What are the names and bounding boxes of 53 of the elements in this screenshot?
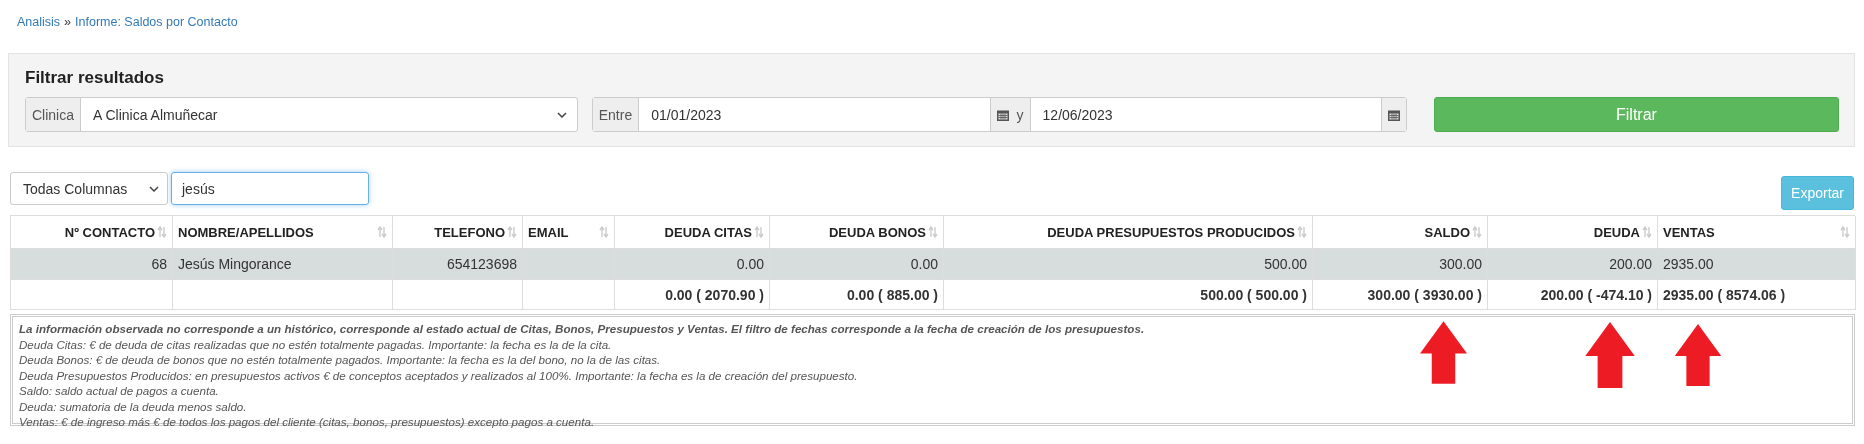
sort-icon[interactable]	[377, 226, 387, 238]
total-cell: 0.00 ( 885.00 )	[846, 286, 938, 303]
chevron-down-icon	[149, 185, 159, 192]
sort-icon[interactable]	[1472, 226, 1482, 238]
up-arrow-icon	[1674, 324, 1722, 386]
column-select[interactable]: Todas Columnas	[10, 172, 168, 205]
column-header[interactable]: DEUDA	[1593, 224, 1640, 240]
table-cell: 500.00	[1264, 256, 1307, 272]
note-line: Ventas: € de ingreso más € de todos los pagos del cliente (citas, bonos, presupuestos) excepto pagos a cuenta.	[19, 414, 596, 430]
column-header[interactable]: DEUDA CITAS	[664, 224, 752, 240]
total-cell: 0.00 ( 2070.90 )	[665, 286, 764, 303]
table-cell: Jesús Mingorance	[178, 256, 292, 272]
note-line: Deuda Bonos: € de deuda de bonos que no estén totalmente pagados. Importante: la fecha es la del bono, no la de las citas.	[19, 352, 662, 368]
column-header[interactable]: DEUDA PRESUPUESTOS PRODUCIDOS	[1047, 224, 1295, 240]
column-header[interactable]: NOMBRE/APELLIDOS	[178, 224, 314, 240]
sort-icon[interactable]	[1642, 226, 1652, 238]
notes-heading: La información observada no corresponde a un histórico, corresponde al estado actual de Citas, Bonos, Presupuestos y Ventas. El filtro de fechas corresponde a la fecha de creación de los presupuestos.	[19, 321, 1146, 337]
note-line: Deuda Presupuestos Producidos: en presupuestos activos € de conceptos aceptados y realizados al 100%. Importante: la fecha es la de creación del presupuesto.	[19, 367, 859, 383]
breadcrumb-link[interactable]: Informe: Saldos por Contacto	[75, 15, 238, 37]
table-cell: 2935.00	[1663, 256, 1714, 272]
note-line: Deuda: sumatoria de la deuda menos saldo.	[19, 398, 248, 414]
total-cell: 300.00 ( 3930.00 )	[1367, 286, 1482, 303]
note-line: Saldo: saldo actual de pagos a cuenta.	[19, 383, 220, 399]
total-cell: 500.00 ( 500.00 )	[1200, 286, 1307, 303]
column-header[interactable]: Nº CONTACTO	[64, 224, 155, 240]
note-line: Deuda Citas: € de deuda de citas realizadas que no estén totalmente pagadas. Importante: la fecha es la de la cita.	[19, 336, 613, 352]
sort-icon[interactable]	[507, 226, 517, 238]
breadcrumb-link[interactable]: Analisis	[17, 15, 61, 37]
table-cell: 200.00	[1609, 256, 1652, 272]
sort-icon[interactable]	[157, 226, 167, 238]
up-arrow-icon	[1420, 320, 1467, 385]
breadcrumb-separator: »	[64, 15, 72, 31]
total-cell: 200.00 ( -474.10 )	[1540, 286, 1652, 303]
panel-title: Filtrar resultados	[25, 68, 165, 88]
table-cell: 0.00	[736, 256, 764, 272]
sort-icon[interactable]	[1297, 226, 1307, 238]
sort-icon[interactable]	[599, 226, 609, 238]
sort-icon[interactable]	[1840, 226, 1850, 238]
table-cell: 68	[151, 256, 167, 272]
column-header[interactable]: EMAIL	[528, 224, 569, 240]
sort-icon[interactable]	[928, 226, 938, 238]
sort-icon[interactable]	[754, 226, 764, 238]
column-header[interactable]: DEUDA BONOS	[828, 224, 926, 240]
total-cell: 2935.00 ( 8574.06 )	[1663, 286, 1786, 303]
table-cell: 654123698	[446, 256, 517, 272]
up-arrow-icon	[1585, 322, 1635, 388]
table-cell: 300.00	[1439, 256, 1482, 272]
column-header[interactable]: VENTAS	[1663, 224, 1715, 240]
column-header[interactable]: TELEFONO	[434, 224, 505, 240]
table-cell: 0.00	[910, 256, 938, 272]
search-field[interactable]: jesús	[171, 172, 369, 205]
table-row[interactable]: 68 Jesús Mingorance 654123698 0.00 0.00 500.00 300.00 200.00 2935.00	[11, 249, 1855, 280]
column-header[interactable]: SALDO	[1424, 224, 1470, 240]
